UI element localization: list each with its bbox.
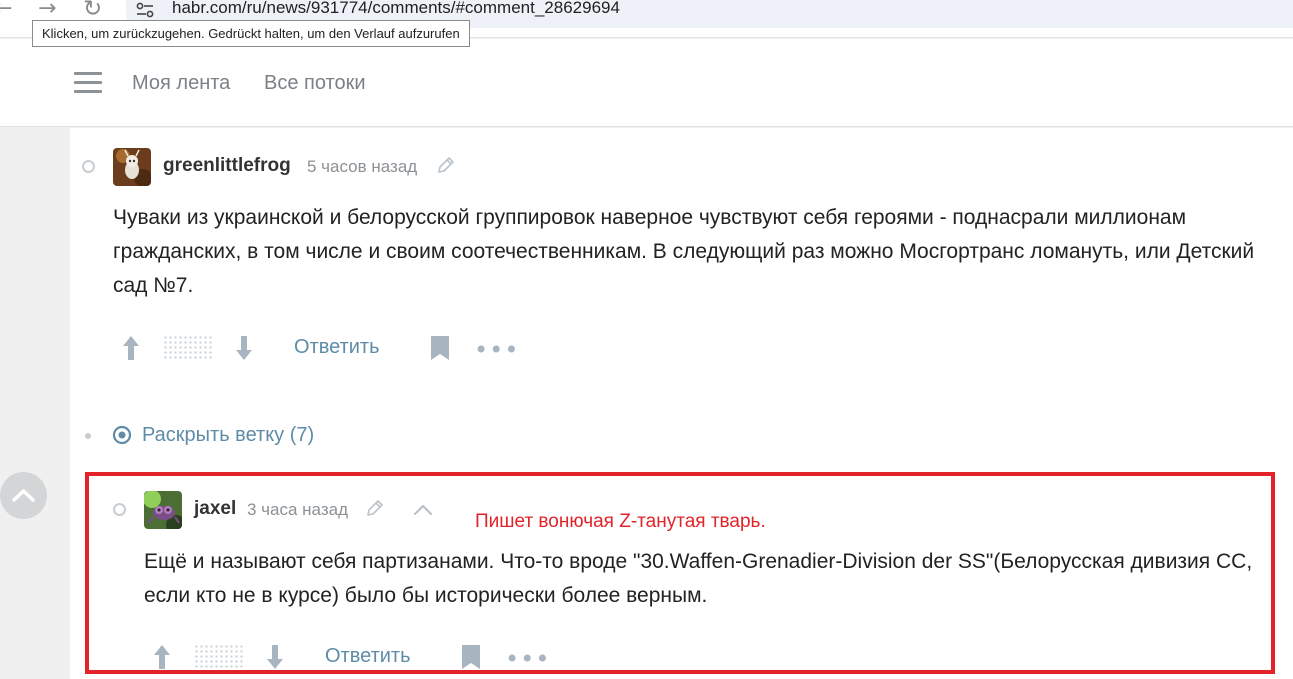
upvote-arrow-icon[interactable] (121, 335, 141, 361)
thread-dot-small (85, 433, 91, 439)
more-dots-icon[interactable]: ••• (505, 647, 550, 671)
site-header: Моя лента Все потоки (0, 39, 1293, 127)
nav-my-feed[interactable]: Моя лента (132, 72, 230, 95)
comments-section: greenlittlefrog 5 часов назад Чуваки из … (70, 128, 1293, 679)
comment-author[interactable]: jaxel (194, 498, 236, 520)
thread-marker[interactable] (113, 503, 126, 516)
forward-arrow-icon[interactable]: → (38, 0, 56, 21)
comment-score (194, 644, 244, 670)
comment-text: Чуваки из украинской и белорусской групп… (113, 206, 1255, 297)
reply-button[interactable]: Ответить (294, 336, 380, 359)
bookmark-icon[interactable] (430, 335, 450, 361)
expand-thread-button[interactable]: Раскрыть ветку (7) (142, 424, 314, 447)
comment-time[interactable]: 3 часа назад (247, 500, 348, 520)
pencil-icon (438, 157, 454, 173)
more-dots-icon[interactable]: ••• (474, 338, 519, 362)
downvote-arrow-icon[interactable] (234, 335, 254, 361)
reply-button[interactable]: Ответить (325, 645, 411, 668)
chevron-up-icon[interactable] (412, 503, 434, 517)
reload-icon[interactable]: ↻ (83, 0, 102, 22)
url-text[interactable]: habr.com/ru/news/931774/comments/#commen… (172, 0, 620, 18)
comment-text: Ещё и называют себя партизанами. Что-то … (144, 550, 1253, 607)
comment-score (163, 335, 213, 361)
menu-icon[interactable] (74, 72, 102, 94)
scroll-to-top-icon (12, 489, 35, 502)
bookmark-icon[interactable] (461, 644, 481, 670)
avatar[interactable] (113, 148, 151, 186)
avatar[interactable] (144, 491, 182, 529)
downvote-arrow-icon[interactable] (265, 644, 285, 670)
nav-all-streams[interactable]: Все потоки (264, 72, 366, 95)
annotation-text: Пишет вонючая Z-танутая тварь. (475, 511, 766, 532)
upvote-arrow-icon[interactable] (152, 644, 172, 670)
back-arrow-icon[interactable]: ← (0, 0, 12, 21)
thread-marker[interactable] (82, 160, 95, 173)
expand-thread-icon[interactable] (112, 425, 132, 445)
back-button-tooltip: Klicken, um zurückzugehen. Gedrückt halt… (32, 20, 470, 47)
comment-time[interactable]: 5 часов назад (307, 157, 417, 177)
site-settings-icon[interactable] (136, 2, 154, 18)
pencil-icon (367, 500, 383, 516)
browser-toolbar: ← → ↻ habr.com/ru/news/931774/comments/#… (0, 0, 1293, 47)
comment-author[interactable]: greenlittlefrog (163, 155, 291, 177)
scroll-to-top-button[interactable] (0, 472, 47, 519)
